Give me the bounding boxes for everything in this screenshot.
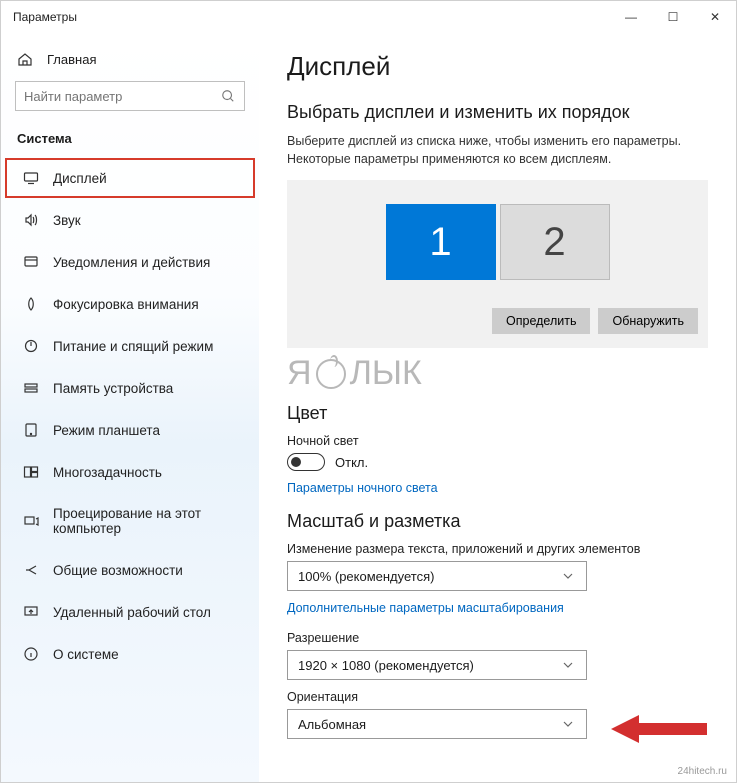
advanced-scaling-link[interactable]: Дополнительные параметры масштабирования: [287, 601, 708, 615]
sidebar-home[interactable]: Главная: [1, 41, 259, 77]
sidebar-item-label: Звук: [53, 213, 81, 228]
sidebar-item-label: Режим планшета: [53, 423, 160, 438]
arrow-annotation: [611, 711, 707, 747]
home-icon: [17, 51, 33, 67]
sidebar-item-label: Память устройства: [53, 381, 173, 396]
monitor-2[interactable]: 2: [500, 204, 610, 280]
power-icon: [23, 338, 39, 354]
sidebar-item-label: Дисплей: [53, 171, 107, 186]
monitors: 1 2: [386, 204, 610, 280]
scale-value: 100% (рекомендуется): [298, 569, 434, 584]
resolution-label: Разрешение: [287, 631, 708, 645]
chevron-down-icon: [560, 657, 576, 673]
display-icon: [23, 170, 39, 186]
focus-icon: [23, 296, 39, 312]
scale-select[interactable]: 100% (рекомендуется): [287, 561, 587, 591]
arrange-text: Выберите дисплей из списка ниже, чтобы и…: [287, 133, 708, 168]
sidebar-item-remote[interactable]: Удаленный рабочий стол: [5, 592, 255, 632]
sidebar-item-about[interactable]: О системе: [5, 634, 255, 674]
sidebar-item-projecting[interactable]: Проецирование на этот компьютер: [5, 494, 255, 548]
orientation-value: Альбомная: [298, 717, 366, 732]
home-label: Главная: [47, 52, 96, 67]
sidebar-item-label: О системе: [53, 647, 119, 662]
night-light-label: Ночной свет: [287, 434, 708, 448]
titlebar: Параметры — ☐ ✕: [1, 1, 736, 33]
sidebar-item-focus[interactable]: Фокусировка внимания: [5, 284, 255, 324]
sidebar-item-label: Проецирование на этот компьютер: [53, 506, 237, 536]
scale-label: Изменение размера текста, приложений и д…: [287, 542, 708, 556]
sound-icon: [23, 212, 39, 228]
sidebar-item-power[interactable]: Питание и спящий режим: [5, 326, 255, 366]
settings-window: Параметры — ☐ ✕ Главная С: [0, 0, 737, 783]
sidebar-item-notifications[interactable]: Уведомления и действия: [5, 242, 255, 282]
sidebar-item-sound[interactable]: Звук: [5, 200, 255, 240]
display-arrange-area[interactable]: 1 2 Определить Обнаружить: [287, 180, 708, 348]
sidebar: Главная Система Дисплей Звук: [1, 33, 259, 782]
page-heading: Дисплей: [287, 51, 708, 82]
projecting-icon: [23, 513, 39, 529]
content: Главная Система Дисплей Звук: [1, 33, 736, 782]
tablet-icon: [23, 422, 39, 438]
about-icon: [23, 646, 39, 662]
color-heading: Цвет: [287, 403, 708, 424]
sidebar-item-storage[interactable]: Память устройства: [5, 368, 255, 408]
chevron-down-icon: [560, 568, 576, 584]
maximize-button[interactable]: ☐: [652, 1, 694, 33]
notifications-icon: [23, 254, 39, 270]
resolution-select[interactable]: 1920 × 1080 (рекомендуется): [287, 650, 587, 680]
resolution-value: 1920 × 1080 (рекомендуется): [298, 658, 474, 673]
shared-icon: [23, 562, 39, 578]
apple-icon: [316, 359, 346, 389]
window-title: Параметры: [13, 10, 77, 24]
night-light-toggle[interactable]: [287, 453, 325, 471]
sidebar-item-shared[interactable]: Общие возможности: [5, 550, 255, 590]
titlebar-buttons: — ☐ ✕: [610, 1, 736, 33]
night-light-link[interactable]: Параметры ночного света: [287, 481, 708, 495]
monitor-1[interactable]: 1: [386, 204, 496, 280]
sidebar-item-display[interactable]: Дисплей: [5, 158, 255, 198]
minimize-button[interactable]: —: [610, 1, 652, 33]
sidebar-item-label: Фокусировка внимания: [53, 297, 199, 312]
footer-note: 24hitech.ru: [678, 766, 727, 777]
sidebar-item-label: Уведомления и действия: [53, 255, 210, 270]
arrange-heading: Выбрать дисплеи и изменить их порядок: [287, 102, 708, 123]
orientation-select[interactable]: Альбомная: [287, 709, 587, 739]
sidebar-item-label: Общие возможности: [53, 563, 183, 578]
section-label: Система: [1, 125, 259, 158]
sidebar-item-label: Удаленный рабочий стол: [53, 605, 211, 620]
detect-button[interactable]: Обнаружить: [598, 308, 698, 334]
watermark: ЯЛЫК: [287, 354, 708, 393]
search-box[interactable]: [15, 81, 245, 111]
chevron-down-icon: [560, 716, 576, 732]
search-icon: [220, 88, 236, 104]
sidebar-item-multitask[interactable]: Многозадачность: [5, 452, 255, 492]
remote-icon: [23, 604, 39, 620]
orientation-label: Ориентация: [287, 690, 708, 704]
scale-heading: Масштаб и разметка: [287, 511, 708, 532]
main-panel: Дисплей Выбрать дисплеи и изменить их по…: [259, 33, 736, 782]
sidebar-item-label: Многозадачность: [53, 465, 162, 480]
identify-button[interactable]: Определить: [492, 308, 590, 334]
sidebar-item-tablet[interactable]: Режим планшета: [5, 410, 255, 450]
night-light-state: Откл.: [335, 455, 368, 470]
multitask-icon: [23, 464, 39, 480]
search-input[interactable]: [24, 89, 220, 104]
close-button[interactable]: ✕: [694, 1, 736, 33]
storage-icon: [23, 380, 39, 396]
sidebar-item-label: Питание и спящий режим: [53, 339, 213, 354]
